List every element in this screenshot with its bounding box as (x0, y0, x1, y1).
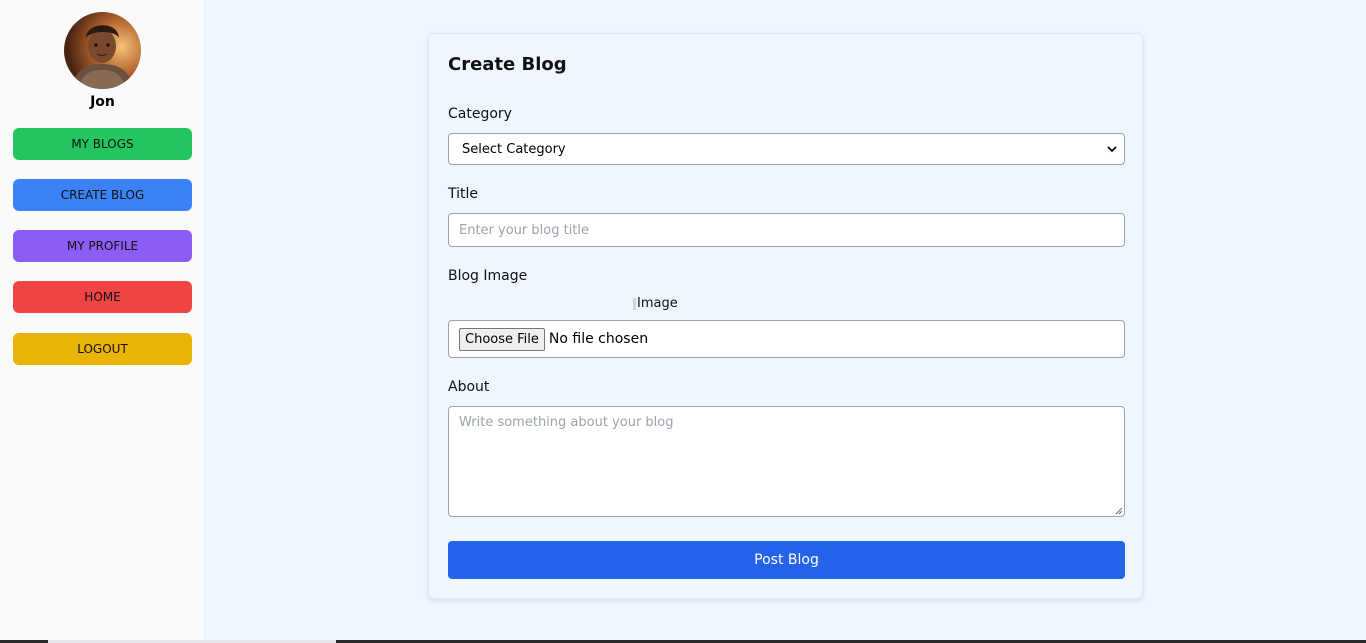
my-profile-button[interactable]: MY PROFILE (13, 230, 192, 262)
avatar-image (64, 12, 141, 89)
sidebar: Jon MY BLOGS CREATE BLOG MY PROFILE HOME… (0, 0, 205, 643)
username: Jon (90, 94, 115, 110)
about-label: About (448, 379, 490, 395)
chevron-down-icon (1107, 146, 1117, 153)
title-input[interactable]: Enter your blog title (448, 213, 1125, 247)
post-blog-button[interactable]: Post Blog (448, 541, 1125, 579)
file-status: No file chosen (548, 331, 649, 347)
category-label: Category (448, 106, 512, 122)
create-blog-button[interactable]: CREATE BLOG (13, 179, 192, 211)
my-blogs-button[interactable]: MY BLOGS (13, 128, 192, 160)
app-root: Jon MY BLOGS CREATE BLOG MY PROFILE HOME… (0, 0, 1366, 643)
avatar[interactable] (64, 12, 141, 89)
category-selected-value: Select Category (462, 141, 566, 157)
page-title: Create Blog (448, 54, 567, 75)
title-label: Title (448, 186, 479, 202)
about-textarea[interactable]: Write something about your blog (448, 406, 1125, 517)
title-placeholder: Enter your blog title (459, 222, 590, 238)
blog-image-label: Blog Image (448, 268, 528, 284)
choose-file-button[interactable]: Choose File (459, 327, 545, 351)
category-select[interactable]: Select Category (448, 133, 1125, 165)
file-input[interactable]: Choose File No file chosen (448, 320, 1125, 358)
home-button[interactable]: HOME (13, 281, 192, 313)
create-blog-card: Create Blog Category Select Category Tit… (428, 33, 1143, 599)
about-placeholder: Write something about your blog (459, 415, 674, 430)
logout-button[interactable]: LOGOUT (13, 333, 192, 365)
image-preview: Image (633, 296, 678, 311)
resize-grip-icon[interactable] (1114, 506, 1123, 515)
image-alt-text: Image (637, 296, 678, 311)
